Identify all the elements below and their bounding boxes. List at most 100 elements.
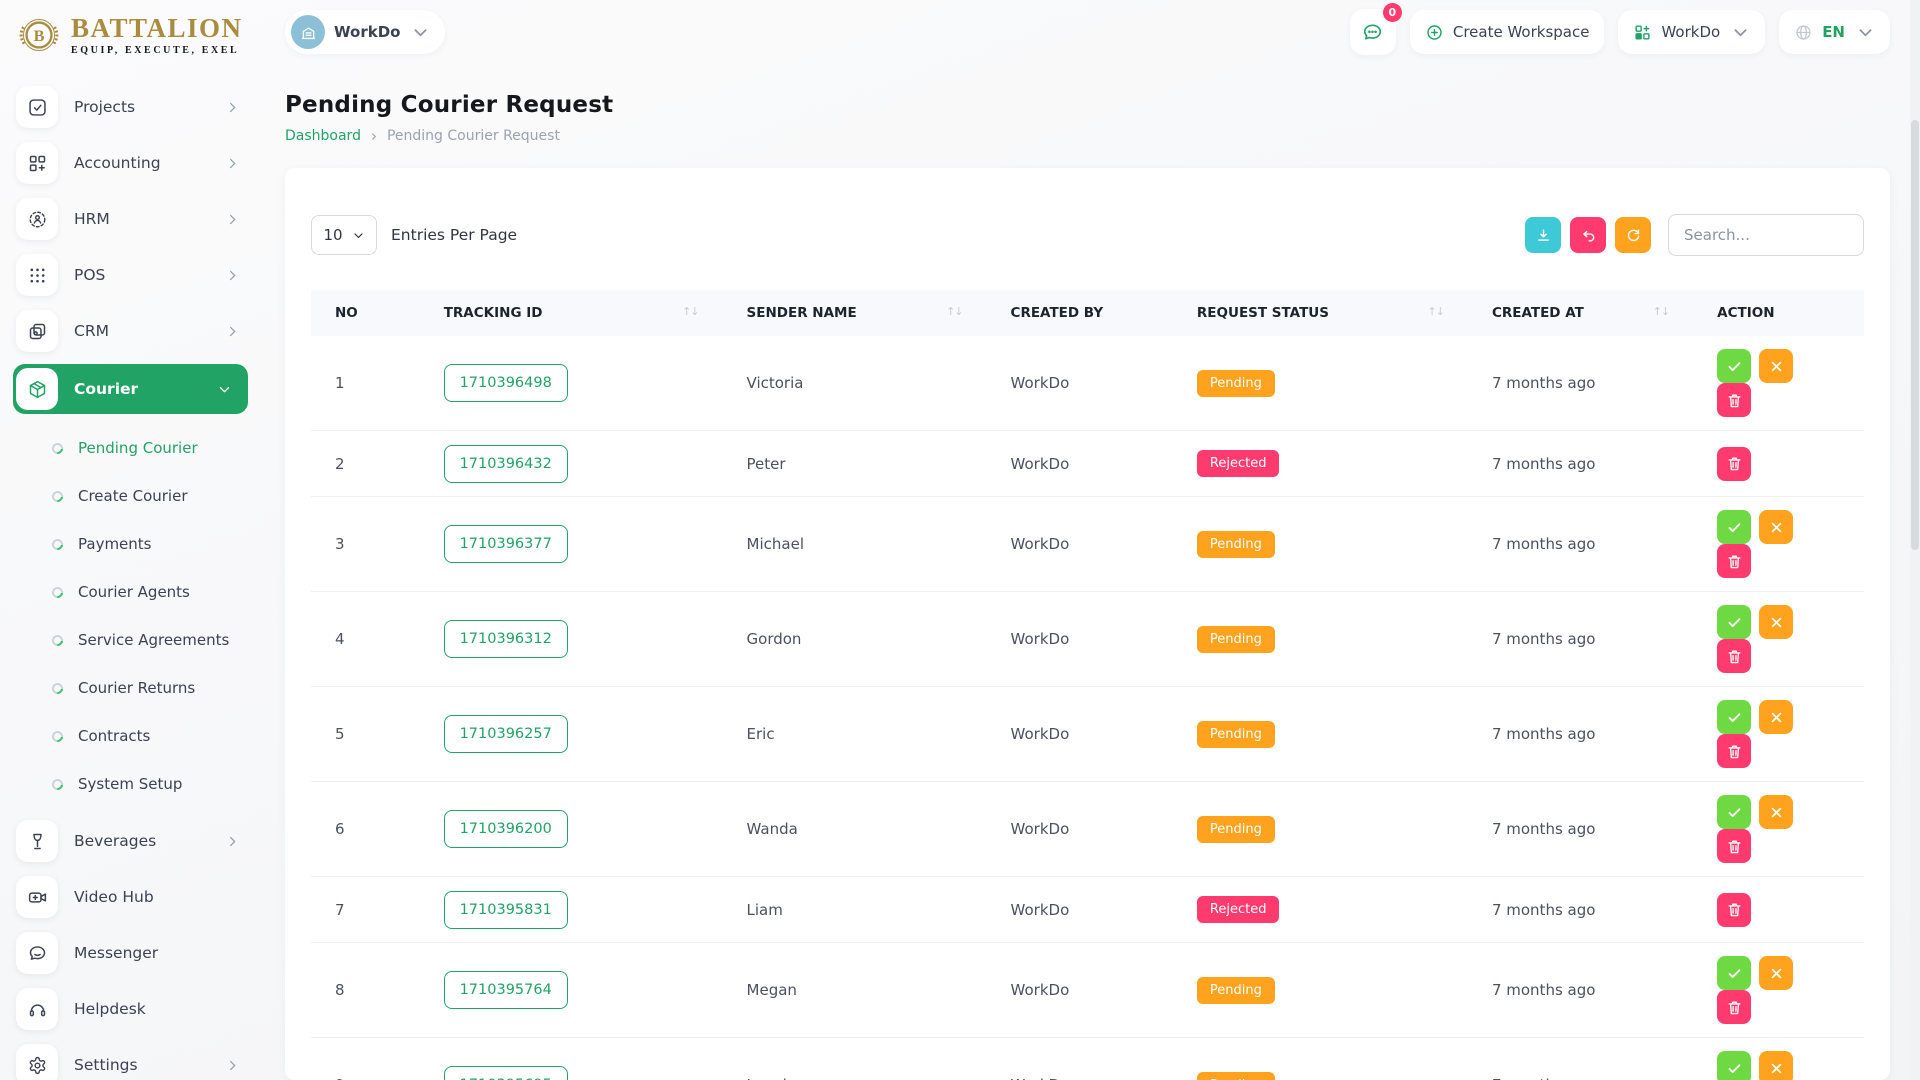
cell-created-at: 7 months ago xyxy=(1468,336,1693,431)
sidebar-subitem-payments[interactable]: Payments xyxy=(16,524,248,564)
reject-action-button[interactable] xyxy=(1759,1051,1793,1080)
approve-action-button[interactable] xyxy=(1717,1051,1751,1080)
delete-action-button[interactable] xyxy=(1717,990,1751,1024)
cell-tracking-id: 1710395695 xyxy=(420,1038,723,1080)
tracking-id-button[interactable]: 1710395831 xyxy=(444,891,568,929)
sidebar-item-label: POS xyxy=(74,266,225,284)
cell-no: 7 xyxy=(311,877,420,943)
entries-per-page-select[interactable]: 10 xyxy=(311,215,377,255)
column-header-created-at[interactable]: CREATED AT↑↓ xyxy=(1468,290,1693,336)
tracking-id-button[interactable]: 1710395695 xyxy=(444,1066,568,1080)
sidebar-item-pos[interactable]: POS xyxy=(16,252,248,298)
sidebar-subitem-service-agreements[interactable]: Service Agreements xyxy=(16,620,248,660)
breadcrumb-home-link[interactable]: Dashboard xyxy=(285,128,361,144)
cell-no: 2 xyxy=(311,431,420,497)
tracking-id-button[interactable]: 1710396257 xyxy=(444,715,568,753)
sidebar-subitem-system-setup[interactable]: System Setup xyxy=(16,764,248,804)
sidebar-item-crm[interactable]: CRM xyxy=(16,308,248,354)
brand-logo[interactable]: B BATTALION EQUIP, EXECUTE, EXEL xyxy=(16,8,248,62)
scrollbar-thumb[interactable] xyxy=(1911,120,1919,550)
sidebar-subitem-create-courier[interactable]: Create Courier xyxy=(16,476,248,516)
sidebar-item-label: Beverages xyxy=(74,832,225,850)
delete-action-button[interactable] xyxy=(1717,383,1751,417)
sidebar-item-hrm[interactable]: HRM xyxy=(16,196,248,242)
refresh-button[interactable] xyxy=(1615,217,1651,253)
column-header-sender-name[interactable]: SENDER NAME↑↓ xyxy=(723,290,987,336)
reset-button[interactable] xyxy=(1570,217,1606,253)
sidebar-nav: Projects Accounting HRM POS CRM Courier Pendin… xyxy=(16,84,248,1080)
tracking-id-button[interactable]: 1710396312 xyxy=(444,620,568,658)
workspace-switcher[interactable]: WorkDo xyxy=(285,10,445,54)
cell-request-status: Pending xyxy=(1173,943,1468,1038)
cell-tracking-id: 1710396432 xyxy=(420,431,723,497)
delete-action-button[interactable] xyxy=(1717,639,1751,673)
status-badge: Pending xyxy=(1197,626,1275,653)
approve-action-button[interactable] xyxy=(1717,956,1751,990)
create-workspace-button[interactable]: Create Workspace xyxy=(1410,10,1605,54)
glass-icon xyxy=(16,820,58,862)
chevron-right-icon xyxy=(225,834,240,849)
sidebar-item-helpdesk[interactable]: Helpdesk xyxy=(16,986,248,1032)
search-input[interactable] xyxy=(1668,214,1864,256)
check-icon xyxy=(1726,965,1743,982)
chat-button[interactable]: 0 xyxy=(1350,9,1396,55)
delete-action-button[interactable] xyxy=(1717,734,1751,768)
sidebar-subitem-pending-courier[interactable]: Pending Courier xyxy=(16,428,248,468)
brand-name: BATTALION xyxy=(71,15,243,42)
cell-actions xyxy=(1693,497,1864,592)
sidebar-item-messenger[interactable]: Messenger xyxy=(16,930,248,976)
sidebar-item-courier[interactable]: Courier xyxy=(13,364,248,414)
export-button[interactable] xyxy=(1525,217,1561,253)
sidebar-submenu-courier: Pending Courier Create Courier Payments Cou… xyxy=(16,428,248,812)
sidebar-subitem-contracts[interactable]: Contracts xyxy=(16,716,248,756)
video-icon xyxy=(16,876,58,918)
column-header-request-status[interactable]: REQUEST STATUS↑↓ xyxy=(1173,290,1468,336)
reject-action-button[interactable] xyxy=(1759,605,1793,639)
cell-tracking-id: 1710396200 xyxy=(420,782,723,877)
bullet-icon xyxy=(50,488,65,503)
cell-created-at: 7 months ago xyxy=(1468,1038,1693,1080)
delete-action-button[interactable] xyxy=(1717,544,1751,578)
sidebar-subitem-courier-returns[interactable]: Courier Returns xyxy=(16,668,248,708)
sidebar-item-accounting[interactable]: Accounting xyxy=(16,140,248,186)
tracking-id-button[interactable]: 1710396498 xyxy=(444,364,568,402)
reject-action-button[interactable] xyxy=(1759,956,1793,990)
tracking-id-button[interactable]: 1710396377 xyxy=(444,525,568,563)
tracking-id-button[interactable]: 1710395764 xyxy=(444,971,568,1009)
breadcrumb-current: Pending Courier Request xyxy=(387,128,560,144)
column-header-tracking-id[interactable]: TRACKING ID↑↓ xyxy=(420,290,723,336)
delete-action-button[interactable] xyxy=(1717,893,1751,927)
reject-action-button[interactable] xyxy=(1759,510,1793,544)
tracking-id-button[interactable]: 1710396432 xyxy=(444,445,568,483)
approve-action-button[interactable] xyxy=(1717,795,1751,829)
reject-action-button[interactable] xyxy=(1759,795,1793,829)
approve-action-button[interactable] xyxy=(1717,700,1751,734)
sidebar-subitem-label: Create Courier xyxy=(78,487,188,505)
sidebar-subitem-label: Courier Returns xyxy=(78,679,195,697)
trash-icon xyxy=(1726,392,1743,409)
chat-icon xyxy=(16,932,58,974)
entries-per-page-label: Entries Per Page xyxy=(391,226,517,244)
status-badge: Pending xyxy=(1197,816,1275,843)
workspace-menu[interactable]: WorkDo xyxy=(1618,10,1765,54)
checkbox-icon xyxy=(16,86,58,128)
sidebar-item-video-hub[interactable]: Video Hub xyxy=(16,874,248,920)
reject-action-button[interactable] xyxy=(1759,349,1793,383)
cell-tracking-id: 1710395831 xyxy=(420,877,723,943)
reject-action-button[interactable] xyxy=(1759,700,1793,734)
sidebar-item-settings[interactable]: Settings xyxy=(16,1042,248,1080)
trash-icon xyxy=(1726,999,1743,1016)
language-menu[interactable]: EN xyxy=(1779,10,1890,54)
approve-action-button[interactable] xyxy=(1717,510,1751,544)
delete-action-button[interactable] xyxy=(1717,447,1751,481)
delete-action-button[interactable] xyxy=(1717,829,1751,863)
approve-action-button[interactable] xyxy=(1717,605,1751,639)
sidebar-item-projects[interactable]: Projects xyxy=(16,84,248,130)
cell-created-by: WorkDo xyxy=(987,877,1173,943)
cell-tracking-id: 1710396377 xyxy=(420,497,723,592)
approve-action-button[interactable] xyxy=(1717,349,1751,383)
sidebar-subitem-courier-agents[interactable]: Courier Agents xyxy=(16,572,248,612)
sidebar-item-beverages[interactable]: Beverages xyxy=(16,818,248,864)
tracking-id-button[interactable]: 1710396200 xyxy=(444,810,568,848)
status-badge: Pending xyxy=(1197,1072,1275,1080)
